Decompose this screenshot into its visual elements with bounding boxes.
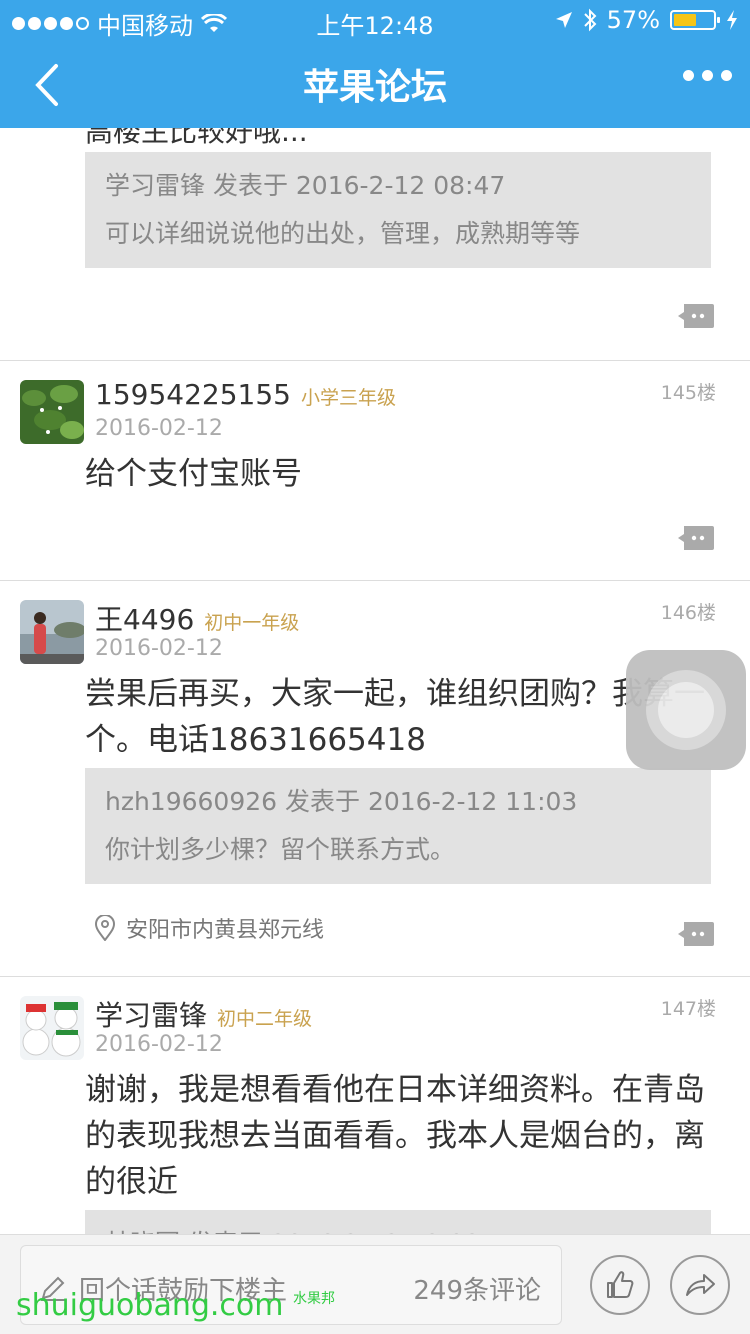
quote-body: 你计划多少棵？留个联系方式。 (105, 835, 456, 864)
bluetooth-icon (583, 8, 597, 32)
comment-icon[interactable] (678, 304, 714, 328)
divider (0, 360, 750, 361)
avatar[interactable] (20, 380, 84, 444)
location-text: 安阳市内黄县郑元线 (126, 918, 325, 943)
more-icon[interactable] (683, 70, 732, 81)
post-date: 2016-02-12 (95, 1032, 223, 1057)
top-bar: 中国移动 上午12:48 57% 苹果论坛 (0, 0, 750, 128)
watermark-main: shuiguobang (16, 1288, 210, 1323)
watermark-small: 水果邦 (293, 1291, 336, 1307)
post-date: 2016-02-12 (95, 416, 223, 441)
post-text: 谢谢，我是想看看他在日本详细资料。在青岛的表现我想去当面看看。我本人是烟台的，离… (85, 1072, 705, 1200)
watermark-suffix: .com (209, 1288, 284, 1323)
location-pin-icon (94, 915, 116, 941)
previous-post-text: 高楼主比较好哦... (85, 128, 308, 148)
charging-icon (727, 10, 737, 30)
grade-badge: 初中一年级 (204, 612, 300, 634)
post-text: 尝果后再买，大家一起，谁组织团购？我算一个。电话18631665418 (85, 676, 705, 758)
assistive-touch-button[interactable] (626, 650, 746, 770)
page-title: 苹果论坛 (302, 67, 447, 108)
floor-number: 145楼 (660, 382, 716, 404)
divider (0, 580, 750, 581)
grade-badge: 初中二年级 (217, 1008, 313, 1030)
battery-icon (670, 10, 720, 30)
share-icon (686, 1274, 715, 1296)
divider (0, 976, 750, 977)
quote-box[interactable]: 林晓军 发表于 2016-2-12 10:09 (85, 1210, 711, 1234)
comment-count[interactable]: 249条评论 (413, 1270, 541, 1307)
quote-body: 可以详细说说他的出处，管理，成熟期等等 (105, 219, 581, 248)
quote-header: hzh19660926 发表于 2016-2-12 11:03 (105, 787, 578, 816)
comment-icon[interactable] (678, 922, 714, 946)
post-date: 2016-02-12 (95, 636, 223, 661)
status-bar: 中国移动 上午12:48 57% (0, 0, 750, 40)
quote-box[interactable]: hzh19660926 发表于 2016-2-12 11:03 你计划多少棵？留… (85, 768, 711, 884)
watermark: shuiguobang.com 水果邦 (16, 1288, 335, 1323)
quote-header: 学习雷锋 发表于 2016-2-12 08:47 (105, 171, 506, 200)
comment-icon[interactable] (678, 526, 714, 550)
like-button[interactable] (590, 1255, 650, 1315)
username[interactable]: 15954225155 小学三年级 (95, 378, 396, 411)
avatar[interactable] (20, 996, 84, 1060)
username-text: 王4496 (95, 603, 195, 636)
username-text: 学习雷锋 (95, 999, 208, 1032)
post-text: 给个支付宝账号 (85, 456, 302, 492)
quote-header: 林晓军 发表于 2016-2-12 10:09 (105, 1224, 691, 1234)
battery-percent: 57% (606, 6, 660, 34)
location-arrow-icon (555, 12, 572, 28)
floor-number: 146楼 (660, 602, 716, 624)
floor-number: 147楼 (660, 998, 716, 1020)
username[interactable]: 王4496 初中一年级 (95, 598, 299, 638)
location[interactable]: 安阳市内黄县郑元线 (94, 912, 324, 944)
grade-badge: 小学三年级 (300, 387, 396, 409)
username-text: 15954225155 (95, 378, 291, 411)
quote-box[interactable]: 学习雷锋 发表于 2016-2-12 08:47 可以详细说说他的出处，管理，成… (85, 152, 711, 268)
avatar[interactable] (20, 600, 84, 664)
share-button[interactable] (670, 1255, 730, 1315)
thumbs-up-icon (607, 1271, 634, 1298)
username[interactable]: 学习雷锋 初中二年级 (95, 994, 312, 1034)
